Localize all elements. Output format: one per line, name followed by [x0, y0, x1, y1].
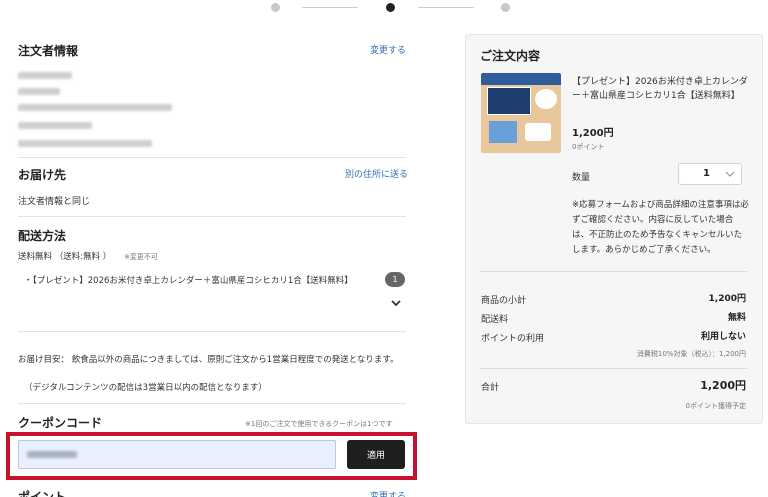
- step-line: [418, 7, 474, 8]
- product-points: 0ポイント: [572, 143, 605, 151]
- divider: [480, 271, 748, 272]
- customer-change-link[interactable]: 変更する: [370, 43, 406, 56]
- customer-info-title: 注文者情報: [18, 44, 79, 58]
- quantity-value: 1: [703, 168, 710, 179]
- item-count-badge: 1: [385, 272, 405, 287]
- delivery-estimate-note: お届け目安： 飲食品以外の商品につきましては、原則ご注文から1営業日程度での発送…: [18, 355, 399, 365]
- earn-points: 0ポイント獲得予定: [685, 402, 746, 410]
- points-title: ポイント: [18, 490, 67, 497]
- step-line: [302, 7, 358, 8]
- delivery-same-text: 注文者情報と同じ: [18, 197, 91, 207]
- divider: [18, 157, 406, 158]
- order-summary-title: ご注文内容: [480, 49, 541, 63]
- order-notice: ※応募フォームおよび商品詳細の注意事項は必ずご確認ください。内容に反していた場合…: [572, 200, 749, 255]
- quantity-select[interactable]: 1: [678, 163, 742, 185]
- total-value: 1,200円: [700, 379, 746, 392]
- chevron-down-icon[interactable]: [390, 294, 402, 307]
- subtotal-label: 商品の小計: [481, 296, 527, 306]
- coupon-apply-button[interactable]: 適用: [347, 440, 405, 469]
- coupon-title: クーポンコード: [18, 416, 103, 430]
- divider: [18, 216, 406, 217]
- product-thumbnail[interactable]: [481, 73, 561, 153]
- shipping-method: 送料無料 （送料:無料 ）: [18, 252, 112, 262]
- coupon-note: ※1回のご注文で使用できるクーポンは1つです: [245, 420, 393, 428]
- divider: [480, 368, 748, 369]
- chevron-down-icon: [725, 170, 735, 181]
- divider: [18, 403, 406, 404]
- shipping-title: 配送方法: [18, 229, 67, 243]
- digital-delivery-note: （デジタルコンテンツの配信は3営業日以内の配信となります）: [24, 383, 267, 393]
- total-label: 合計: [481, 383, 500, 393]
- shipping-fee-value: 無料: [727, 313, 746, 323]
- coupon-code-input[interactable]: [18, 440, 336, 469]
- product-name[interactable]: 【プレゼント】2026お米付き卓上カレンダー＋富山県産コシヒカリ1合【送料無料】: [572, 75, 748, 103]
- shipping-not-changeable: ※変更不可: [124, 253, 158, 261]
- checkout-page: 注文者情報 変更する お届け先 別の住所に送る 注文者情報と同じ 配送方法 送料…: [0, 0, 768, 497]
- step-dot-1: [271, 3, 280, 12]
- points-change-link[interactable]: 変更する: [370, 489, 406, 497]
- step-dot-2-active: [386, 3, 395, 12]
- order-summary-card: ご注文内容 【プレゼント】2026お米付き卓上カレンダー＋富山県産コシヒカリ1合…: [465, 34, 763, 424]
- divider: [18, 331, 406, 332]
- subtotal-value: 1,200円: [708, 294, 746, 304]
- step-dot-3: [501, 3, 510, 12]
- alt-address-link[interactable]: 別の住所に送る: [345, 167, 408, 180]
- tax-note: 消費税10%対象（税込）：1,200円: [636, 350, 746, 358]
- shipping-item-line: ・【プレゼント】2026お米付き卓上カレンダー＋富山県産コシヒカリ1合【送料無料…: [24, 276, 353, 286]
- quantity-label: 数量: [572, 173, 591, 183]
- delivery-title: お届け先: [18, 168, 67, 182]
- shipping-fee-label: 配送料: [481, 315, 509, 325]
- product-price: 1,200円: [572, 128, 614, 139]
- points-use-value: 利用しない: [700, 332, 746, 342]
- points-use-label: ポイントの利用: [481, 334, 545, 344]
